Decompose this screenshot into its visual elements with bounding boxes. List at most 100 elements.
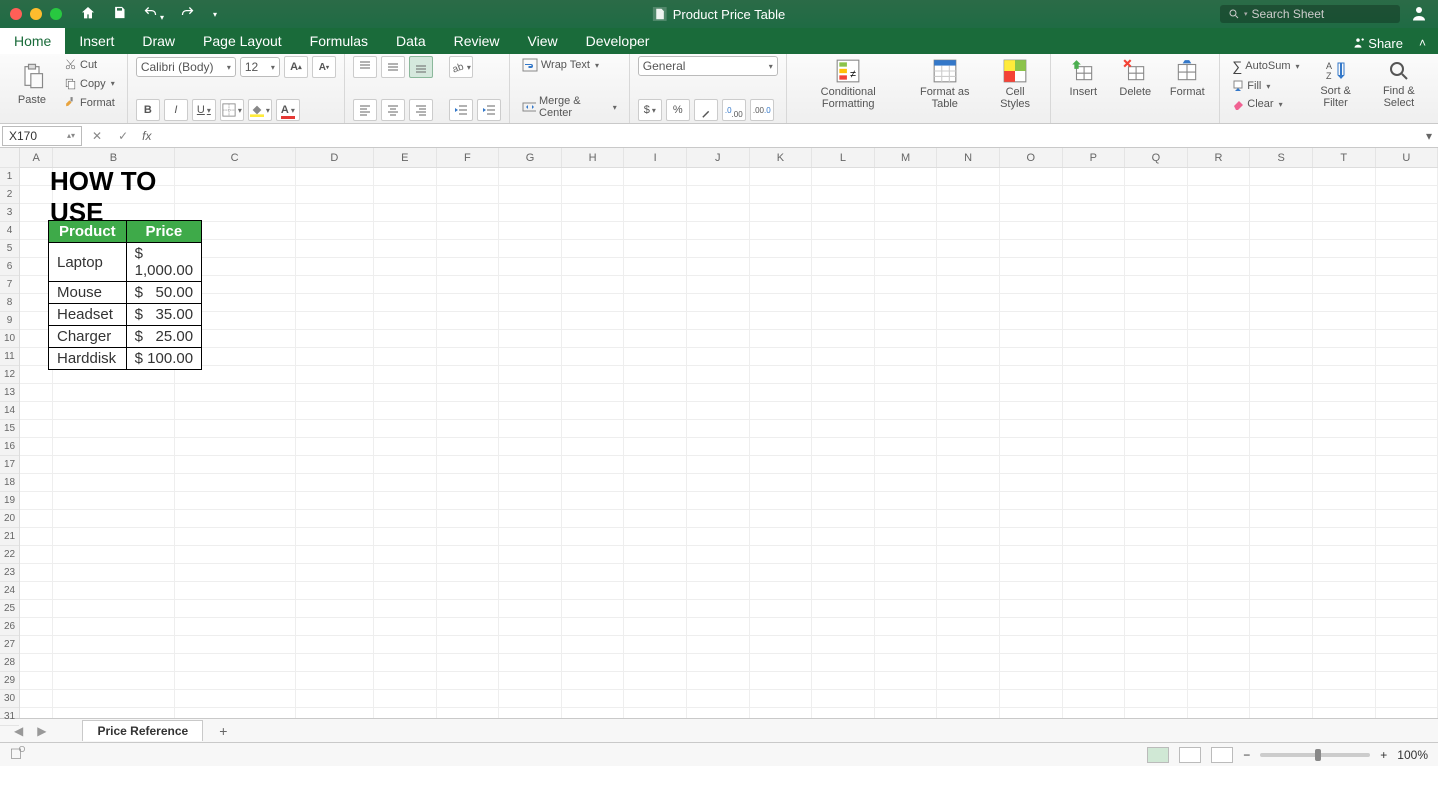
col-header[interactable]: N <box>937 148 1000 167</box>
row-header[interactable]: 7 <box>0 276 19 294</box>
row-header[interactable]: 1 <box>0 168 19 186</box>
row-header[interactable]: 29 <box>0 672 19 690</box>
cell-price[interactable]: $100.00 <box>126 348 201 370</box>
align-top-button[interactable] <box>353 56 377 78</box>
format-as-table-button[interactable]: Format as Table <box>906 56 984 112</box>
expand-formula-bar-icon[interactable]: ▾ <box>1426 129 1438 143</box>
tab-page-layout[interactable]: Page Layout <box>189 28 296 54</box>
col-header[interactable]: R <box>1188 148 1251 167</box>
col-header[interactable]: I <box>624 148 687 167</box>
autosum-button[interactable]: ∑AutoSum▾ <box>1228 56 1303 76</box>
zoom-in-button[interactable]: + <box>1380 748 1387 762</box>
row-header[interactable]: 21 <box>0 528 19 546</box>
tab-draw[interactable]: Draw <box>128 28 189 54</box>
row-header[interactable]: 20 <box>0 510 19 528</box>
align-left-button[interactable] <box>353 99 377 121</box>
col-header[interactable]: S <box>1250 148 1313 167</box>
zoom-out-button[interactable]: − <box>1243 748 1250 762</box>
row-header[interactable]: 10 <box>0 330 19 348</box>
col-header[interactable]: J <box>687 148 750 167</box>
view-normal-button[interactable] <box>1147 747 1169 763</box>
cell-product[interactable]: Charger <box>49 326 127 348</box>
row-header[interactable]: 11 <box>0 348 19 366</box>
decrease-indent-button[interactable] <box>449 99 473 121</box>
cell-price[interactable]: $50.00 <box>126 282 201 304</box>
col-header[interactable]: O <box>1000 148 1063 167</box>
home-icon[interactable] <box>80 5 96 24</box>
col-header[interactable]: D <box>296 148 374 167</box>
undo-icon[interactable]: ▾ <box>143 5 164 23</box>
add-sheet-button[interactable]: + <box>209 723 237 739</box>
save-icon[interactable] <box>112 5 127 23</box>
copy-button[interactable]: Copy▾ <box>60 75 119 92</box>
row-header[interactable]: 14 <box>0 402 19 420</box>
increase-decimal-button[interactable]: .0.00 <box>722 99 746 121</box>
col-header[interactable]: K <box>750 148 813 167</box>
row-header[interactable]: 2 <box>0 186 19 204</box>
col-header[interactable]: U <box>1376 148 1438 167</box>
cell-styles-button[interactable]: Cell Styles <box>988 56 1042 112</box>
fx-icon[interactable]: fx <box>136 129 157 143</box>
wrap-text-button[interactable]: Wrap Text▾ <box>518 56 621 74</box>
comma-button[interactable]: ⸝ <box>694 99 718 121</box>
row-header[interactable]: 9 <box>0 312 19 330</box>
row-header[interactable]: 4 <box>0 222 19 240</box>
row-header[interactable]: 12 <box>0 366 19 384</box>
fill-color-button[interactable]: ▾ <box>248 99 272 121</box>
maximize-window-icon[interactable] <box>50 8 62 20</box>
col-header[interactable]: G <box>499 148 562 167</box>
row-header[interactable]: 25 <box>0 600 19 618</box>
tab-insert[interactable]: Insert <box>65 28 128 54</box>
find-select-button[interactable]: Find & Select <box>1368 57 1430 111</box>
minimize-window-icon[interactable] <box>30 8 42 20</box>
paste-button[interactable]: Paste <box>8 58 56 108</box>
row-header[interactable]: 5 <box>0 240 19 258</box>
col-header[interactable]: A <box>20 148 53 167</box>
decrease-decimal-button[interactable]: .00.0 <box>750 99 774 121</box>
row-header[interactable]: 13 <box>0 384 19 402</box>
row-header[interactable]: 27 <box>0 636 19 654</box>
cell-product[interactable]: Mouse <box>49 282 127 304</box>
cancel-formula-icon[interactable]: ✕ <box>84 129 110 143</box>
font-name-select[interactable]: Calibri (Body)▾ <box>136 57 236 77</box>
delete-cells-button[interactable]: Delete <box>1111 56 1159 100</box>
tab-review[interactable]: Review <box>440 28 514 54</box>
row-header[interactable]: 24 <box>0 582 19 600</box>
spreadsheet-grid[interactable]: 1234567891011121314151617181920212223242… <box>0 148 1438 718</box>
cut-button[interactable]: Cut <box>60 56 119 73</box>
number-format-select[interactable]: General▾ <box>638 56 778 76</box>
align-middle-button[interactable] <box>381 56 405 78</box>
row-header[interactable]: 22 <box>0 546 19 564</box>
align-center-button[interactable] <box>381 99 405 121</box>
cell-product[interactable]: Harddisk <box>49 348 127 370</box>
close-window-icon[interactable] <box>10 8 22 20</box>
tab-view[interactable]: View <box>514 28 572 54</box>
col-header[interactable]: C <box>175 148 296 167</box>
row-header[interactable]: 23 <box>0 564 19 582</box>
name-box[interactable]: X170▴▾ <box>2 126 82 146</box>
tab-formulas[interactable]: Formulas <box>296 28 382 54</box>
row-header[interactable]: 28 <box>0 654 19 672</box>
cell-product[interactable]: Laptop <box>49 243 127 282</box>
percent-button[interactable]: % <box>666 99 690 121</box>
border-button[interactable]: ▾ <box>220 99 244 121</box>
share-button[interactable]: Share <box>1347 34 1407 53</box>
sheet-tab-active[interactable]: Price Reference <box>82 720 203 741</box>
currency-button[interactable]: $▾ <box>638 99 662 121</box>
font-color-button[interactable]: A▾ <box>276 99 300 121</box>
fill-button[interactable]: Fill▾ <box>1228 78 1303 94</box>
tab-data[interactable]: Data <box>382 28 440 54</box>
increase-font-button[interactable]: A▴ <box>284 56 308 78</box>
row-header[interactable]: 15 <box>0 420 19 438</box>
collapse-ribbon-icon[interactable]: ˄ <box>1415 32 1430 54</box>
column-headers[interactable]: ABCDEFGHIJKLMNOPQRSTU <box>20 148 1438 168</box>
user-icon[interactable] <box>1410 4 1428 25</box>
col-header[interactable]: T <box>1313 148 1376 167</box>
decrease-font-button[interactable]: A▾ <box>312 56 336 78</box>
row-header[interactable]: 17 <box>0 456 19 474</box>
sheet-nav-next-icon[interactable]: ▶ <box>33 724 50 738</box>
cell-price[interactable]: $25.00 <box>126 326 201 348</box>
cell-price[interactable]: $1,000.00 <box>126 243 201 282</box>
format-cells-button[interactable]: Format <box>1163 56 1211 100</box>
cell-price[interactable]: $35.00 <box>126 304 201 326</box>
